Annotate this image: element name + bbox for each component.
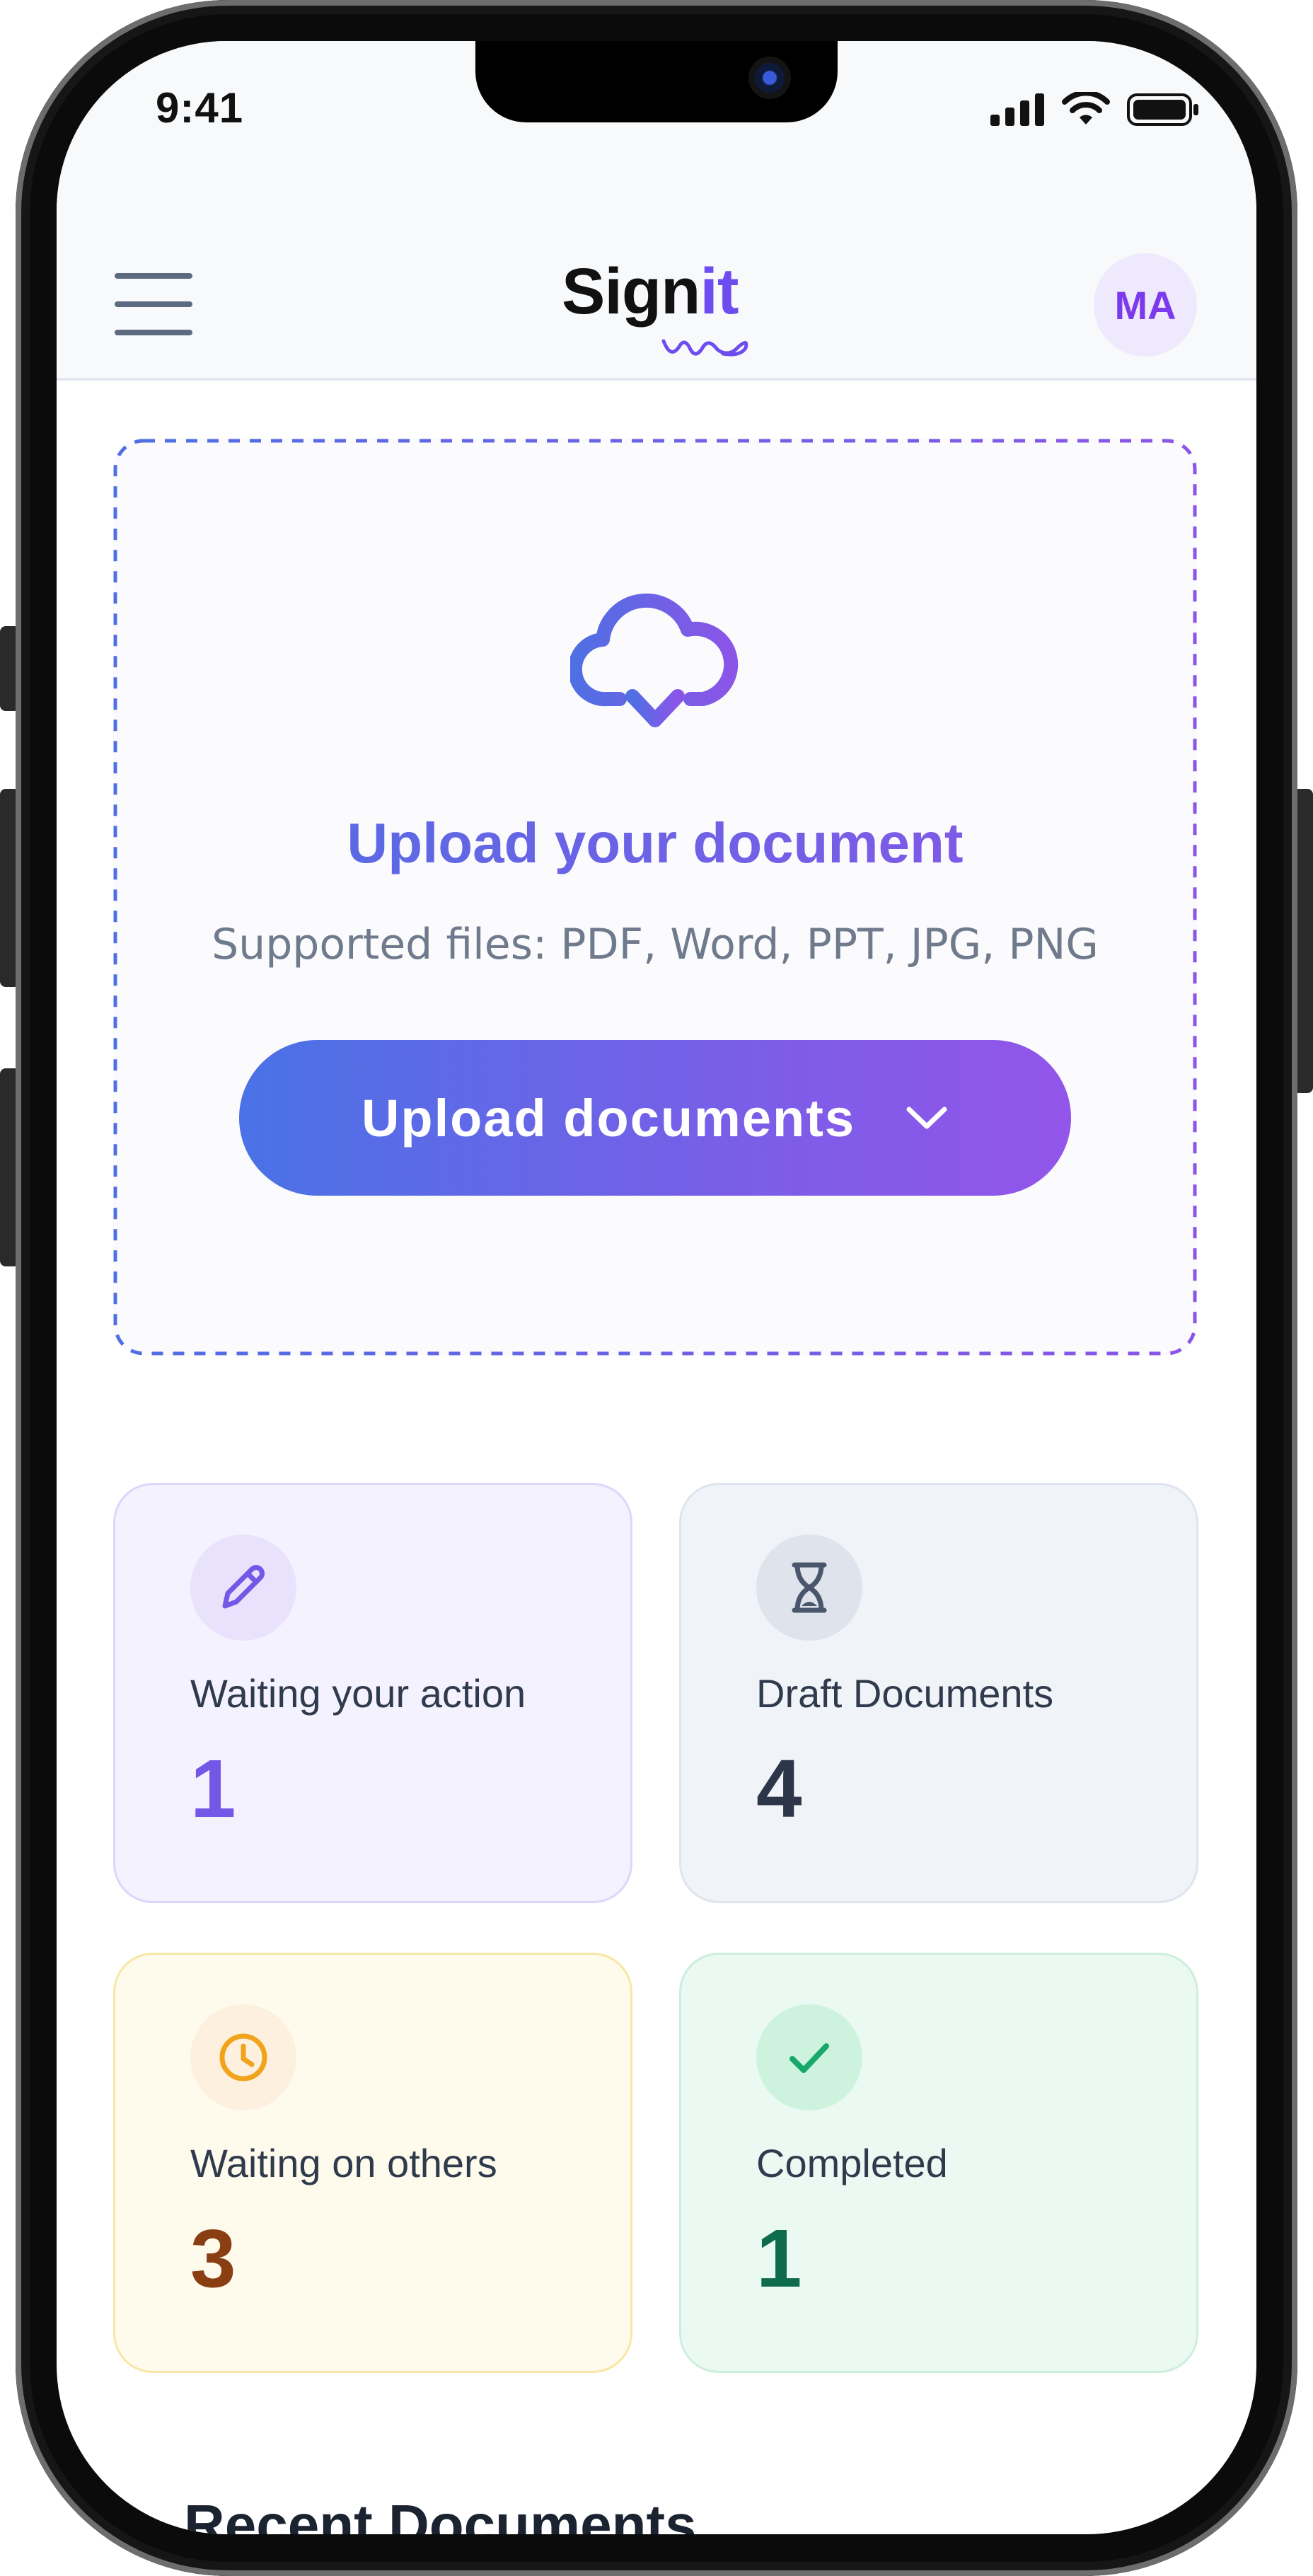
stat-icon-wrap (190, 2004, 296, 2110)
stat-card-waiting-on-others[interactable]: Waiting on others 3 (113, 1953, 632, 2373)
phone-screen: 9:41 Signit MA Upload your document Supp… (57, 41, 1256, 2534)
app-header: Signit MA (57, 154, 1256, 381)
hamburger-menu-icon[interactable] (115, 273, 192, 335)
clock-icon (219, 2033, 267, 2081)
stat-card-waiting-your-action[interactable]: Waiting your action 1 (113, 1483, 632, 1903)
signit-logo: Signit (562, 255, 767, 357)
stat-label: Completed (756, 2141, 948, 2185)
logo-signature-swoosh-icon (661, 339, 748, 357)
stat-label: Waiting on others (190, 2141, 497, 2185)
stat-count: 3 (190, 2212, 236, 2304)
user-avatar[interactable]: MA (1094, 253, 1197, 357)
upload-title: Upload your document (113, 811, 1197, 876)
front-camera (748, 57, 791, 99)
wifi-icon (1062, 92, 1110, 125)
upload-documents-button[interactable]: Upload documents (239, 1040, 1071, 1196)
upload-documents-button-label: Upload documents (361, 1088, 856, 1148)
cellular-signal-icon (990, 93, 1044, 126)
upload-dropzone[interactable]: Upload your document Supported files: PD… (113, 439, 1197, 1356)
chevron-down-icon (906, 1107, 947, 1129)
check-icon (789, 2043, 829, 2073)
stat-label: Draft Documents (756, 1671, 1054, 1716)
status-icons (990, 92, 1200, 127)
stat-label: Waiting your action (190, 1671, 526, 1716)
stat-count: 1 (190, 1743, 236, 1835)
stat-icon-wrap (756, 1535, 862, 1641)
recent-documents-title: Recent Documents (184, 2493, 697, 2534)
stat-count: 1 (756, 2212, 802, 2304)
stat-icon-wrap (756, 2004, 862, 2110)
cloud-download-icon (570, 593, 739, 727)
hourglass-icon (792, 1562, 827, 1613)
status-time: 9:41 (156, 84, 244, 132)
supported-files-text: Supported files: PDF, Word, PPT, JPG, PN… (212, 920, 1099, 969)
pencil-icon (222, 1565, 265, 1609)
stat-card-completed[interactable]: Completed 1 (679, 1953, 1198, 2373)
battery-icon (1127, 93, 1198, 126)
phone-notch (475, 41, 838, 122)
stat-icon-wrap (190, 1535, 296, 1641)
upload-dropzone-border (113, 439, 1197, 1356)
stat-card-draft-documents[interactable]: Draft Documents 4 (679, 1483, 1198, 1903)
stat-count: 4 (756, 1743, 802, 1835)
